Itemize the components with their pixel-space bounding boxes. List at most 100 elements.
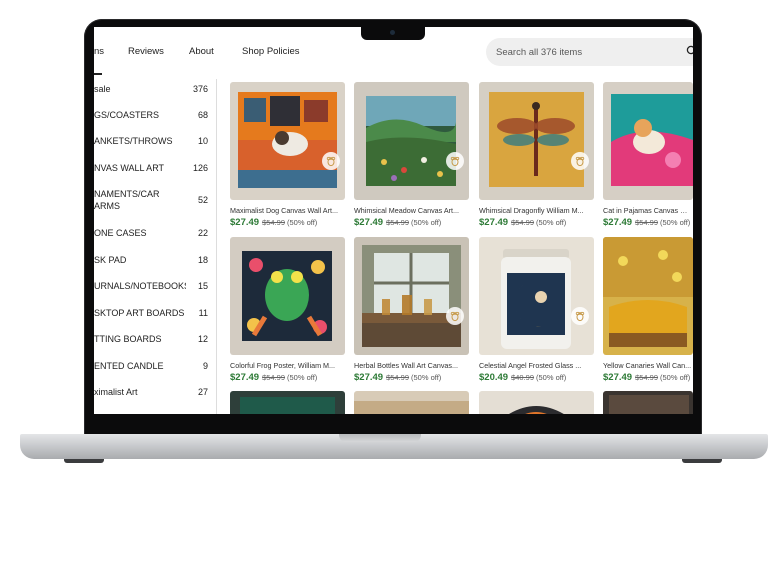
product-title[interactable]: Whimsical Dragonfly William M...: [479, 206, 594, 215]
discount-label: (50% off): [411, 218, 442, 227]
sidebar-item-count: 376: [192, 84, 208, 94]
laptop-foot-right: [682, 459, 722, 463]
camera-notch: [361, 27, 425, 40]
product-card[interactable]: [603, 391, 693, 414]
sidebar-item-count: 10: [197, 136, 208, 146]
tab-reviews[interactable]: Reviews: [128, 46, 164, 57]
product-image-dragonfly-canvas[interactable]: [479, 82, 594, 200]
original-price: $54.99: [386, 218, 410, 227]
product-card[interactable]: [354, 391, 469, 414]
discount-label: (50% off): [536, 373, 567, 382]
original-price: $54.99: [262, 373, 286, 382]
original-price: $54.99: [262, 218, 286, 227]
laptop-screen: ns Reviews About Shop Policies sale 376 G…: [94, 27, 693, 414]
price-row: $20.49 $40.99 (50% off): [479, 372, 609, 383]
sidebar-item-label: ANKETS/THROWS: [94, 136, 173, 146]
sidebar-item-label: TTING BOARDS: [94, 334, 162, 344]
camera-icon: [390, 30, 395, 35]
tab-shop-policies[interactable]: Shop Policies: [242, 46, 300, 57]
product-card[interactable]: [230, 391, 345, 414]
product-card[interactable]: Yellow Canaries Wall Can... $27.49 $54.99…: [603, 237, 693, 383]
original-price: $54.99: [386, 373, 410, 382]
product-image-meadow-canvas[interactable]: [354, 82, 469, 200]
sidebar-item-label: NVAS WALL ART: [94, 163, 165, 173]
sidebar-item-label: ENTED CANDLE: [94, 361, 164, 371]
product-title[interactable]: Cat in Pajamas Canvas Wa...: [603, 206, 693, 215]
product-image-partial[interactable]: [479, 391, 594, 414]
sidebar-item-count: 11: [198, 308, 208, 318]
product-image-partial[interactable]: [354, 391, 469, 414]
product-image-partial[interactable]: [603, 391, 693, 414]
product-image-dog-canvas[interactable]: [230, 82, 345, 200]
product-card[interactable]: Colorful Frog Poster, William M... $27.4…: [230, 237, 345, 383]
product-title[interactable]: Yellow Canaries Wall Can...: [603, 361, 693, 370]
sidebar-item-count: 15: [197, 281, 208, 291]
price-row: $27.49 $54.99 (50% off): [479, 217, 609, 228]
shop-search-input[interactable]: [486, 38, 693, 66]
product-image-cat-canvas[interactable]: [603, 82, 693, 200]
laptop-foot-left: [64, 459, 104, 463]
product-card[interactable]: Maximalist Dog Canvas Wall Art... $27.49…: [230, 82, 345, 228]
sale-price: $20.49: [479, 372, 509, 383]
search-icon[interactable]: [686, 45, 693, 57]
product-card[interactable]: Celestial Angel Frosted Glass ... $20.49…: [479, 237, 594, 383]
discount-label: (50% off): [660, 373, 691, 382]
sale-price: $27.49: [603, 372, 633, 383]
tab-items[interactable]: ns: [94, 46, 104, 57]
sidebar-item-count: 22: [197, 228, 208, 238]
sale-price: $27.49: [479, 217, 509, 228]
product-card[interactable]: Herbal Bottles Wall Art Canvas... $27.49…: [354, 237, 469, 383]
discount-label: (50% off): [411, 373, 442, 382]
product-image-frog-poster[interactable]: [230, 237, 345, 355]
sidebar-item-count: 12: [197, 334, 208, 344]
sale-price: $27.49: [354, 217, 384, 228]
sidebar-item-count: 27: [197, 387, 208, 397]
bee-badge-icon: [571, 152, 589, 170]
product-card[interactable]: Whimsical Dragonfly William M... $27.49 $…: [479, 82, 594, 228]
price-row: $27.49 $54.99 (50% off): [603, 217, 693, 228]
sidebar-item-label: ximalist Art: [94, 387, 138, 397]
discount-label: (50% off): [287, 218, 318, 227]
price-row: $27.49 $54.99 (50% off): [230, 372, 360, 383]
tab-about[interactable]: About: [189, 46, 214, 57]
product-title[interactable]: Colorful Frog Poster, William M...: [230, 361, 345, 370]
sale-price: $27.49: [230, 217, 260, 228]
product-title[interactable]: Celestial Angel Frosted Glass ...: [479, 361, 594, 370]
active-tab-indicator: [94, 73, 102, 75]
price-row: $27.49 $54.99 (50% off): [603, 372, 693, 383]
product-image-angel-candle[interactable]: [479, 237, 594, 355]
sidebar-item-count: 18: [197, 255, 208, 265]
discount-label: (50% off): [287, 373, 318, 382]
product-card[interactable]: Whimsical Meadow Canvas Art... $27.49 $54…: [354, 82, 469, 228]
sidebar-item-count: 52: [197, 195, 208, 205]
product-image-canaries-canvas[interactable]: [603, 237, 693, 355]
sidebar-item-label: URNALS/NOTEBOOKS: [94, 281, 186, 291]
category-sidebar: sale 376 GS/COASTERS 68 ANKETS/THROWS 10 NV…: [94, 79, 217, 414]
sidebar-item-count: 126: [192, 163, 208, 173]
sale-price: $27.49: [603, 217, 633, 228]
sidebar-item-label: SKTOP ART BOARDS: [94, 308, 185, 318]
product-image-herbal-bottles[interactable]: [354, 237, 469, 355]
bee-badge-icon: [446, 152, 464, 170]
sidebar-item-label: sale: [94, 84, 111, 94]
discount-label: (50% off): [536, 218, 567, 227]
price-row: $27.49 $54.99 (50% off): [354, 372, 484, 383]
product-card[interactable]: Cat in Pajamas Canvas Wa... $27.49 $54.99…: [603, 82, 693, 228]
original-price: $54.99: [635, 218, 659, 227]
sale-price: $27.49: [354, 372, 384, 383]
product-image-partial[interactable]: [230, 391, 345, 414]
laptop-chin: [94, 414, 693, 434]
product-card[interactable]: [479, 391, 594, 414]
sidebar-item-count: 68: [197, 110, 208, 120]
original-price: $40.99: [511, 373, 535, 382]
laptop-opening-notch: [339, 434, 421, 442]
price-row: $27.49 $54.99 (50% off): [354, 217, 484, 228]
product-title[interactable]: Herbal Bottles Wall Art Canvas...: [354, 361, 469, 370]
original-price: $54.99: [511, 218, 535, 227]
product-title[interactable]: Whimsical Meadow Canvas Art...: [354, 206, 469, 215]
bee-badge-icon: [322, 152, 340, 170]
sidebar-item-label: ONE CASES: [94, 228, 147, 238]
bee-badge-icon: [571, 307, 589, 325]
sidebar-item-label: GS/COASTERS: [94, 110, 160, 120]
product-title[interactable]: Maximalist Dog Canvas Wall Art...: [230, 206, 345, 215]
